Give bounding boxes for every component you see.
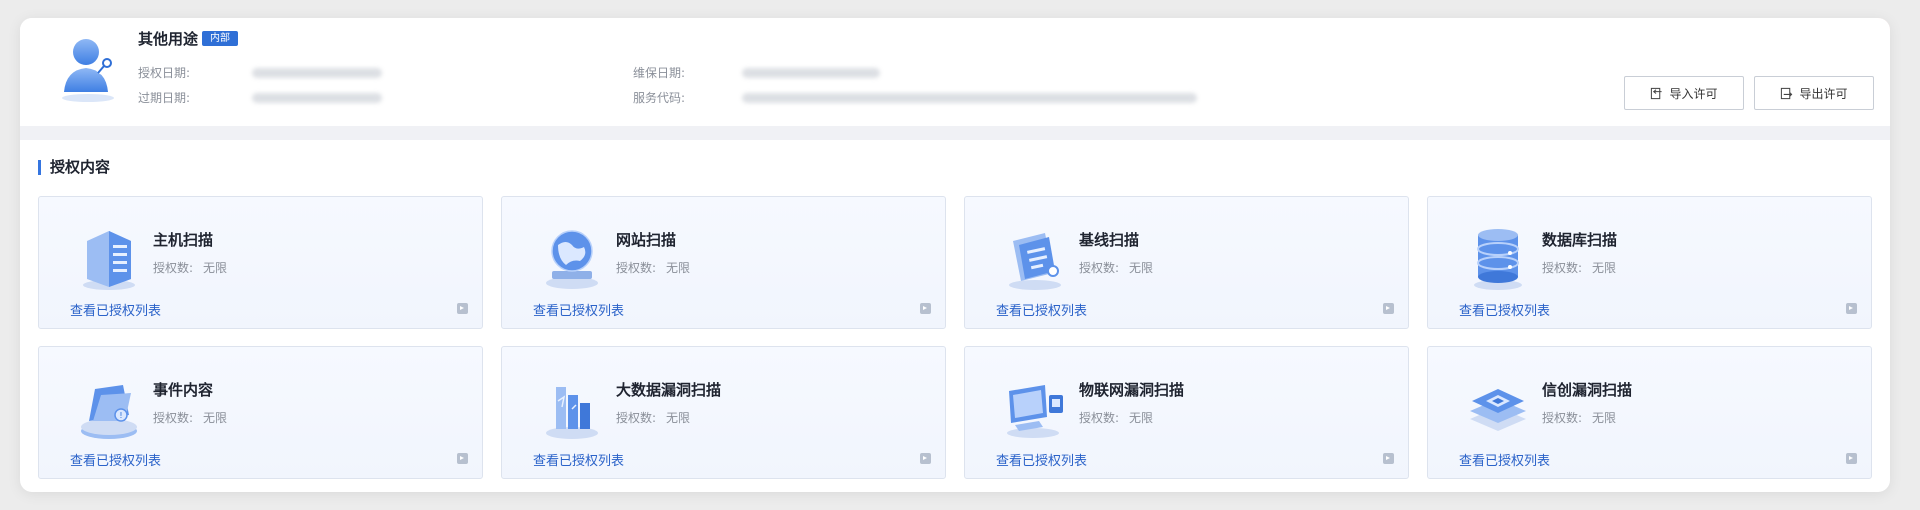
count-value: 无限: [1592, 411, 1617, 425]
header-divider-band: [20, 126, 1890, 140]
card-count: 授权数: 无限: [616, 409, 690, 426]
arrow-right-icon[interactable]: [1846, 303, 1857, 314]
card-name: 物联网漏洞扫描: [1079, 381, 1185, 399]
card-xinchuang-vuln-scan: 信创漏洞扫描 授权数: 无限 查看已授权列表: [1427, 346, 1872, 479]
count-value: 无限: [1129, 261, 1154, 275]
card-count: 授权数: 无限: [1542, 259, 1616, 276]
count-value: 无限: [1129, 411, 1154, 425]
card-name: 事件内容: [153, 381, 214, 399]
card-name: 网站扫描: [616, 231, 677, 249]
card-count: 授权数: 无限: [1079, 259, 1153, 276]
card-count: 授权数: 无限: [153, 259, 227, 276]
maintenance-date-value-redacted: [742, 68, 880, 78]
event-folder-icon: !: [81, 385, 137, 439]
view-authorized-list-link[interactable]: 查看已授权列表: [996, 450, 1087, 469]
card-baseline-scan: 基线扫描 授权数: 无限 查看已授权列表: [964, 196, 1409, 329]
expire-date-label: 过期日期:: [138, 91, 191, 105]
user-key-avatar-icon: [62, 39, 114, 102]
license-title: 其他用途: [138, 30, 199, 48]
export-license-button[interactable]: 导出许可: [1754, 76, 1874, 110]
view-authorized-list-link[interactable]: 查看已授权列表: [1459, 450, 1550, 469]
arrow-right-icon[interactable]: [1383, 303, 1394, 314]
count-value: 无限: [666, 261, 691, 275]
card-count: 授权数: 无限: [153, 409, 227, 426]
import-license-button[interactable]: 导入许可: [1624, 76, 1744, 110]
count-label: 授权数:: [1542, 261, 1583, 275]
export-icon: [1781, 87, 1793, 99]
view-authorized-list-link[interactable]: 查看已授权列表: [70, 450, 161, 469]
card-event-content: ! 事件内容 授权数: 无限 查看已授权列表: [38, 346, 483, 479]
import-label: 导入许可: [1669, 86, 1718, 101]
arrow-right-icon[interactable]: [920, 453, 931, 464]
count-value: 无限: [666, 411, 691, 425]
import-icon: [1651, 87, 1663, 99]
card-count: 授权数: 无限: [1542, 409, 1616, 426]
count-value: 无限: [203, 411, 228, 425]
view-authorized-list-link[interactable]: 查看已授权列表: [533, 300, 624, 319]
card-bigdata-vuln-scan: 大数据漏洞扫描 授权数: 无限 查看已授权列表: [501, 346, 946, 479]
svg-text:!: !: [119, 411, 122, 420]
card-database-scan: 数据库扫描 授权数: 无限 查看已授权列表: [1427, 196, 1872, 329]
count-value: 无限: [1592, 261, 1617, 275]
arrow-right-icon[interactable]: [1383, 453, 1394, 464]
bigdata-icon: [546, 387, 598, 439]
view-authorized-list-link[interactable]: 查看已授权列表: [996, 300, 1087, 319]
card-count: 授权数: 无限: [1079, 409, 1153, 426]
card-name: 主机扫描: [153, 231, 214, 249]
view-authorized-list-link[interactable]: 查看已授权列表: [70, 300, 161, 319]
arrow-right-icon[interactable]: [457, 453, 468, 464]
card-name: 信创漏洞扫描: [1542, 381, 1633, 399]
license-header: 其他用途 内部 授权日期: 过期日期: 维保日期: 服务代码: 导入许可 导出许…: [20, 18, 1890, 126]
card-iot-vuln-scan: 物联网漏洞扫描 授权数: 无限 查看已授权列表: [964, 346, 1409, 479]
count-label: 授权数:: [1079, 411, 1120, 425]
card-website-scan: 网站扫描 授权数: 无限 查看已授权列表: [501, 196, 946, 329]
card-name: 基线扫描: [1079, 231, 1140, 249]
view-authorized-list-link[interactable]: 查看已授权列表: [1459, 300, 1550, 319]
arrow-right-icon[interactable]: [457, 303, 468, 314]
server-icon: [83, 231, 135, 290]
database-icon: [1474, 229, 1522, 290]
export-label: 导出许可: [1799, 86, 1848, 101]
card-count: 授权数: 无限: [616, 259, 690, 276]
service-code-label: 服务代码:: [633, 91, 686, 105]
card-name: 数据库扫描: [1542, 231, 1618, 249]
card-host-scan: 主机扫描 授权数: 无限 查看已授权列表: [38, 196, 483, 329]
baseline-icon: [1009, 233, 1061, 290]
auth-date-value-redacted: [252, 68, 382, 78]
count-label: 授权数:: [616, 261, 657, 275]
license-panel: 其他用途 内部 授权日期: 过期日期: 维保日期: 服务代码: 导入许可 导出许…: [20, 18, 1890, 492]
card-name: 大数据漏洞扫描: [616, 381, 722, 399]
count-label: 授权数:: [1079, 261, 1120, 275]
arrow-right-icon[interactable]: [1846, 453, 1857, 464]
expire-date-value-redacted: [252, 93, 382, 103]
count-label: 授权数:: [616, 411, 657, 425]
globe-icon: [546, 230, 598, 289]
count-value: 无限: [203, 261, 228, 275]
arrow-right-icon[interactable]: [920, 303, 931, 314]
maintenance-date-label: 维保日期:: [633, 66, 686, 80]
internal-badge: 内部: [202, 31, 239, 46]
chip-stack-icon: [1470, 389, 1526, 431]
count-label: 授权数:: [153, 261, 194, 275]
count-label: 授权数:: [153, 411, 194, 425]
service-code-value-redacted: [742, 93, 1197, 103]
view-authorized-list-link[interactable]: 查看已授权列表: [533, 450, 624, 469]
section-title: 授权内容: [38, 160, 110, 175]
iot-icon: [1007, 385, 1063, 438]
count-label: 授权数:: [1542, 411, 1583, 425]
auth-date-label: 授权日期:: [138, 66, 191, 80]
